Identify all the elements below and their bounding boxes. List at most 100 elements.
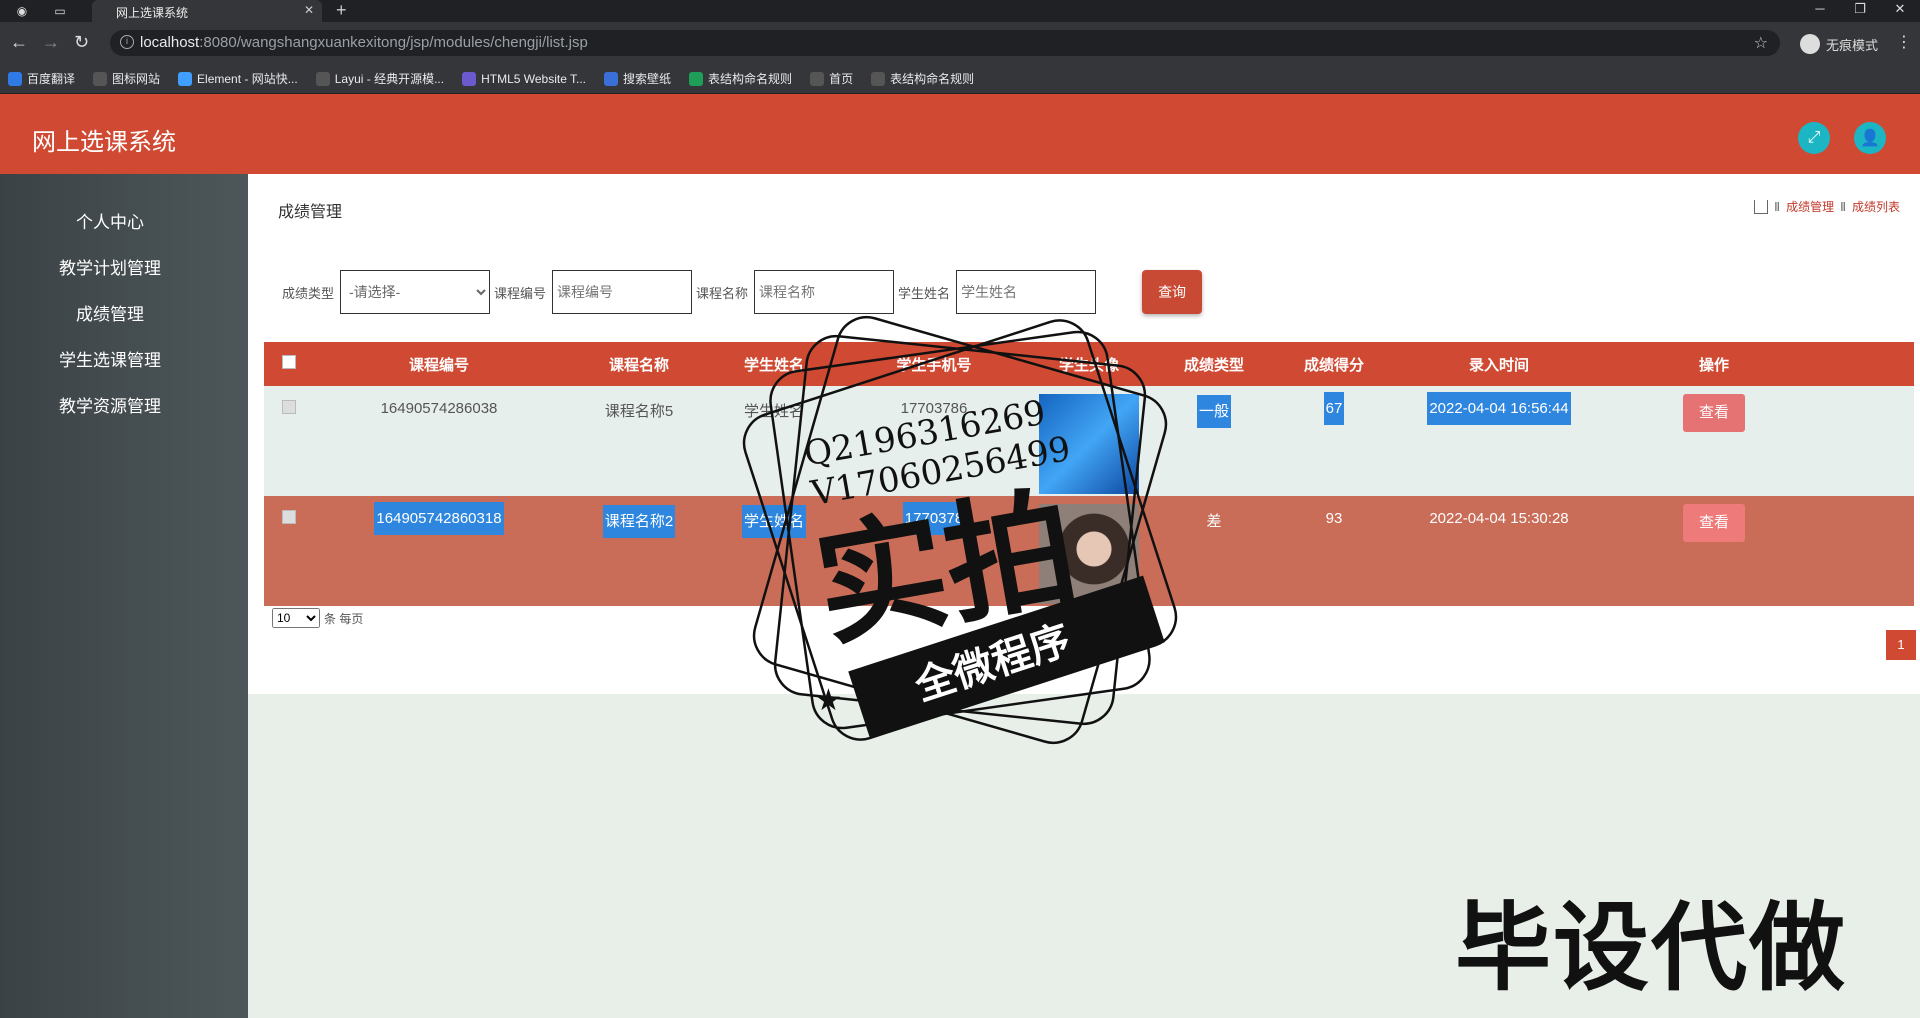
row-checkbox[interactable] [282, 400, 296, 414]
bookmark-item[interactable]: 表结构命名规则 [871, 70, 974, 87]
select-all-checkbox[interactable] [282, 355, 296, 369]
row-checkbox[interactable] [282, 510, 296, 524]
per-page-label: 条 每页 [324, 611, 364, 626]
cell-score: 93 [1325, 510, 1343, 527]
corner-watermark: 毕设代做 [1455, 892, 1847, 1004]
profile-button[interactable]: 无痕模式 [1800, 34, 1878, 54]
bookmark-label: 表结构命名规则 [890, 72, 975, 86]
home-icon[interactable] [1754, 199, 1769, 214]
menu-icon[interactable]: ⋮ [1896, 32, 1912, 52]
student-avatar [1039, 504, 1139, 604]
html5-icon [462, 71, 477, 86]
breadcrumb-item[interactable]: 成绩管理 [1786, 198, 1834, 215]
star-icon[interactable]: ☆ [1754, 33, 1768, 53]
user-icon[interactable]: 👤 [1854, 122, 1886, 154]
bookmark-item[interactable]: 首页 [810, 70, 853, 87]
sidebar-item-course-selection[interactable]: 学生选课管理 [0, 346, 220, 371]
sheet-icon [689, 71, 704, 86]
bookmark-item[interactable]: HTML5 Website T... [462, 71, 586, 86]
table-row[interactable]: 164905742860318 课程名称2 学生姓名 1770378 差 93 … [264, 496, 1914, 606]
column-header[interactable]: 成绩类型 [1144, 354, 1284, 375]
layui-icon [315, 71, 330, 86]
bookmark-item[interactable]: 图标网站 [93, 70, 160, 87]
cell-entry-time: 2022-04-04 16:56:44 [1427, 392, 1571, 425]
cell-student-name: 学生姓名 [743, 403, 804, 420]
column-header[interactable]: 学生姓名 [714, 354, 834, 375]
view-button[interactable]: 查看 [1683, 394, 1745, 432]
close-icon[interactable]: ✕ [304, 3, 314, 17]
globe-icon[interactable]: ◉ [14, 3, 30, 19]
bookmark-label: Layui - 经典开源模... [334, 72, 445, 86]
cell-course-code: 16490574286038 [380, 400, 498, 417]
globe-icon [871, 71, 886, 86]
cell-course-name: 课程名称2 [602, 505, 676, 538]
view-button[interactable]: 查看 [1683, 504, 1745, 542]
forward-icon[interactable]: → [42, 32, 60, 53]
student-avatar [1039, 394, 1139, 494]
column-header[interactable]: 课程编号 [314, 354, 564, 375]
translate-icon [8, 71, 22, 86]
cell-student-name: 学生姓名 [741, 505, 806, 538]
name-label: 课程名称 [696, 285, 749, 301]
grades-table: 课程编号 课程名称 学生姓名 学生手机号 学生头像 成绩类型 成绩得分 录入时间… [264, 342, 1914, 606]
sidebar-item-personal[interactable]: 个人中心 [0, 208, 220, 233]
close-window-icon[interactable]: ✕ [1880, 0, 1920, 22]
search-button[interactable]: 查询 [1142, 270, 1203, 314]
page-size-select[interactable]: 10 [272, 608, 320, 628]
grade-type-select[interactable]: -请选择- [340, 270, 491, 314]
sidebar-item-resources[interactable]: 教学资源管理 [0, 392, 220, 417]
table-header: 课程编号 课程名称 学生姓名 学生手机号 学生头像 成绩类型 成绩得分 录入时间… [264, 342, 1914, 386]
wallpaper-icon [604, 71, 619, 86]
page-title: 成绩管理 [278, 204, 343, 221]
main-content: 成绩管理 Ⅱ 成绩管理 Ⅱ 成绩列表 成绩类型 -请选择- 课程编号 课程名称 … [248, 174, 1920, 694]
url-path: :8080/wangshangxuankexitong/jsp/modules/… [199, 34, 588, 51]
bookmark-label: Element - 网站快... [197, 72, 298, 86]
bookmark-label: 首页 [829, 72, 854, 86]
course-name-input[interactable] [754, 270, 895, 314]
browser-tabbar: ◉ ▭ 网上选课系统 ✕ + ─ ❐ ✕ [0, 0, 1920, 22]
bookmark-item[interactable]: 搜索壁纸 [604, 70, 671, 87]
element-icon [178, 71, 193, 86]
bookmark-item[interactable]: Layui - 经典开源模... [315, 70, 445, 87]
tab-title: 网上选课系统 [116, 6, 189, 20]
reload-icon[interactable]: ↻ [74, 32, 89, 53]
column-header[interactable]: 成绩得分 [1284, 354, 1384, 375]
table-row[interactable]: 16490574286038 课程名称5 学生姓名 17703786 一般 67… [264, 386, 1914, 496]
address-bar-row: ← → ↻ i localhost:8080/wangshangxuankexi… [0, 22, 1920, 64]
pagination-page[interactable]: 1 [1886, 630, 1916, 660]
sidebar-item-grades[interactable]: 成绩管理 [0, 300, 220, 325]
incognito-icon [1800, 34, 1820, 54]
column-header[interactable]: 学生手机号 [834, 354, 1034, 375]
info-icon[interactable]: i [120, 35, 134, 49]
bookmarks-bar: 百度翻译 图标网站 Element - 网站快... Layui - 经典开源模...… [0, 64, 1920, 94]
course-code-input[interactable] [552, 270, 693, 314]
globe-icon [810, 71, 825, 86]
bookmark-label: 图标网站 [112, 72, 161, 86]
cell-grade-type: 一般 [1196, 395, 1231, 428]
sidebar-item-teaching-plan[interactable]: 教学计划管理 [0, 254, 220, 279]
column-header: 学生头像 [1058, 356, 1119, 374]
column-header[interactable]: 录入时间 [1384, 354, 1614, 375]
restore-icon[interactable]: ❐ [1840, 0, 1880, 22]
breadcrumb-item: 成绩列表 [1851, 200, 1900, 214]
fullscreen-icon[interactable]: ⤢ [1798, 122, 1830, 154]
back-icon[interactable]: ← [10, 32, 28, 53]
bookmark-item[interactable]: 表结构命名规则 [689, 70, 792, 87]
student-label: 学生姓名 [898, 285, 951, 301]
url-field[interactable]: i localhost:8080/wangshangxuankexitong/j… [110, 30, 1780, 56]
cell-course-code: 164905742860318 [374, 502, 504, 535]
student-name-input[interactable] [956, 270, 1097, 314]
bookmark-item[interactable]: Element - 网站快... [178, 70, 298, 87]
window-icon[interactable]: ▭ [52, 3, 68, 19]
code-label: 课程编号 [494, 285, 547, 301]
browser-tab[interactable]: 网上选课系统 ✕ [92, 0, 322, 22]
bookmark-item[interactable]: 百度翻译 [8, 70, 75, 87]
filter-bar: 成绩类型 -请选择- 课程编号 课程名称 学生姓名 查询 [282, 270, 1203, 314]
column-header: 操作 [1698, 356, 1729, 374]
type-label: 成绩类型 [282, 285, 335, 301]
minimize-icon[interactable]: ─ [1800, 0, 1840, 22]
new-tab-button[interactable]: + [336, 0, 347, 21]
cell-course-name: 课程名称5 [604, 403, 674, 420]
column-header[interactable]: 课程名称 [564, 354, 714, 375]
cell-phone: 1770378 [902, 502, 966, 535]
